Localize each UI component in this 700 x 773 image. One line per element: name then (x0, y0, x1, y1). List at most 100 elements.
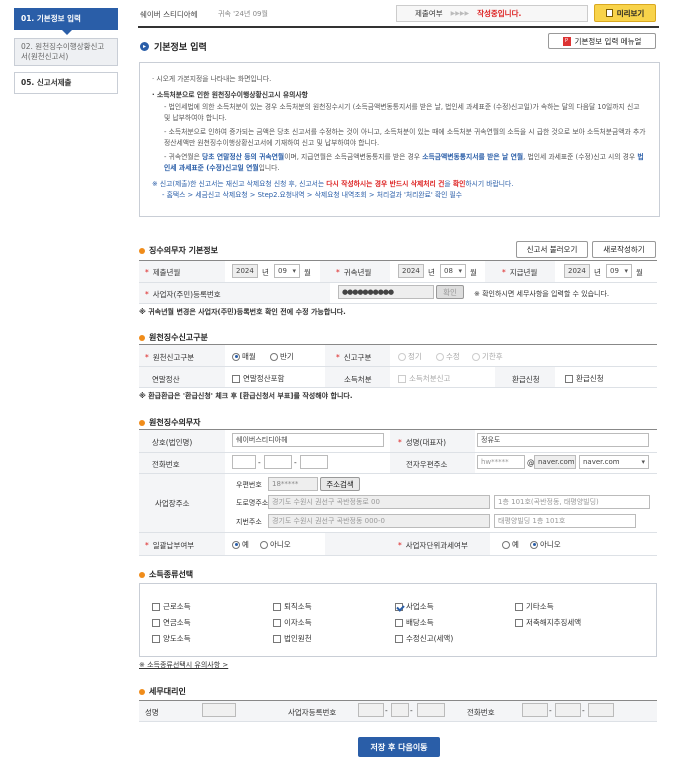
regular-radio[interactable]: 정기 (398, 351, 422, 362)
status-text: 작성중입니다. (477, 9, 522, 18)
confirm-button[interactable]: 확인 (436, 285, 464, 299)
radio-icon (270, 352, 278, 361)
yearend-label: 연말정산 (152, 375, 180, 384)
income-type-checkbox[interactable]: 사업소득 (395, 601, 434, 612)
sidebar-step-label: 01. 기본정보 입력 (21, 13, 81, 23)
sidebar-step-basic-info[interactable]: 01. 기본정보 입력 (14, 8, 118, 30)
email-domain-select[interactable]: naver.com (579, 455, 649, 469)
manual-button-label: 기본정보 입력 메뉴얼 (574, 36, 642, 46)
checkbox-icon (273, 602, 281, 611)
section-bullet-icon (139, 334, 145, 341)
save-and-next-button[interactable]: 저장 후 다음이동 (358, 737, 440, 757)
checkbox-icon (152, 602, 160, 611)
agent-name-input[interactable] (202, 703, 236, 717)
radio-icon (260, 540, 268, 549)
jibun-address-detail[interactable]: 태평양빌딩 1층 101호 (494, 514, 636, 528)
road-address-detail[interactable]: 1층 101호(곡반정동, 태평양빌딩) (494, 495, 650, 509)
income-disposal-checkbox[interactable]: 소득처분신고 (398, 373, 450, 384)
income-type-checkbox[interactable]: 양도소득 (152, 633, 191, 644)
income-type-checkbox[interactable]: 연금소득 (152, 617, 191, 628)
company-input[interactable]: 쉐이버스티디아헤 (232, 433, 384, 447)
income-type-checkbox[interactable]: 퇴직소득 (273, 601, 312, 612)
submit-year-input[interactable]: 2024 (232, 264, 258, 278)
sidebar-step-withholding-report[interactable]: 02. 원천징수이행상황신고서(원천신고서) (14, 38, 118, 66)
new-report-button[interactable]: 새로작성하기 (592, 241, 656, 258)
document-icon (605, 9, 613, 17)
load-report-button[interactable]: 신고서 불러오기 (516, 241, 588, 258)
report-type-title-text: 원천징수신고구분 (149, 333, 208, 342)
income-type-checkbox[interactable]: 수정신고(세액) (395, 633, 453, 644)
monthly-radio[interactable]: 매월 (232, 351, 256, 362)
notice-p2: - 소득처분으로 인하여 증가되는 금액은 당초 신고서를 수정하는 것이 아니… (164, 128, 646, 147)
submit-month-select[interactable]: 09 (274, 264, 300, 278)
income-types-notice-link[interactable]: ※ 소득종류선택시 유의사항 > (139, 660, 228, 670)
pay-year-input[interactable]: 2024 (564, 264, 590, 278)
submit-status-label: 제출여부 (415, 9, 443, 18)
bulk-payment-label: 일괄납부여부 (145, 540, 194, 551)
late-radio[interactable]: 기한후 (472, 351, 503, 362)
radio-icon (436, 352, 444, 361)
ceo-input[interactable]: 정유도 (477, 433, 649, 447)
agent-phone-part3[interactable] (588, 703, 614, 717)
withholder-section-title: 징수의무자 기본정보 (139, 245, 218, 256)
income-type-checkbox[interactable]: 기타소득 (515, 601, 554, 612)
zip-search-button[interactable]: 주소검색 (320, 477, 360, 491)
road-address-input[interactable]: 경기도 수원시 권선구 곡반정동로 00 (268, 495, 490, 509)
manual-button[interactable]: P 기본정보 입력 메뉴얼 (548, 33, 656, 49)
year-unit: 년 (428, 268, 435, 277)
income-type-label: 법인원천 (284, 634, 312, 643)
unit-no-radio[interactable]: 아니오 (530, 539, 561, 550)
income-type-checkbox[interactable]: 이자소득 (273, 617, 312, 628)
attr-month-select[interactable]: 08 (440, 264, 466, 278)
bulk-no-radio[interactable]: 아니오 (260, 539, 291, 550)
radio-icon (232, 540, 240, 549)
sidebar-step-submit[interactable]: 05. 신고서제출 (14, 72, 118, 94)
phone-dash: - (582, 706, 585, 715)
report-kind-label: 원천신고구분 (145, 352, 194, 363)
unit-yes-radio[interactable]: 예 (502, 539, 519, 550)
agent-biz-part3[interactable] (417, 703, 445, 717)
income-type-checkbox[interactable]: 저축해지추징세액 (515, 617, 581, 628)
phone-part1[interactable] (232, 455, 256, 469)
preview-button[interactable]: 미리보기 (594, 4, 656, 22)
phone-part3[interactable] (300, 455, 328, 469)
income-type-checkbox[interactable]: 근로소득 (152, 601, 191, 612)
income-type-checkbox[interactable]: 배당소득 (395, 617, 434, 628)
email-domain-input[interactable]: naver.com (534, 455, 576, 469)
agent-biz-part2[interactable] (391, 703, 409, 717)
phone-part2[interactable] (264, 455, 292, 469)
agent-phone-part2[interactable] (555, 703, 581, 717)
phone-label: 전화번호 (152, 460, 180, 469)
half-radio[interactable]: 반기 (270, 351, 294, 362)
phone-dash: - (549, 706, 552, 715)
income-type-label: 연금소득 (163, 618, 191, 627)
pay-month-select[interactable]: 09 (606, 264, 632, 278)
refund-label: 환급신청 (512, 375, 540, 384)
yearend-checkbox[interactable]: 연말정산포함 (232, 373, 284, 384)
row-divider (139, 282, 657, 283)
row-divider (139, 387, 657, 388)
zip-input[interactable]: 18***** (268, 477, 318, 491)
amend-radio[interactable]: 수정 (436, 351, 460, 362)
email-id-input[interactable]: hw***** (477, 455, 525, 469)
sidebar-step-label: 05. 신고서제출 (21, 77, 72, 87)
agent-phone-part1[interactable] (522, 703, 548, 717)
biz-no-input[interactable]: ●●●●●●●●●● (338, 285, 434, 299)
refund-checkbox[interactable]: 환급신청 (565, 373, 604, 384)
attr-year-input[interactable]: 2024 (398, 264, 424, 278)
income-types-title-text: 소득종류선택 (149, 570, 194, 579)
checkbox-icon (395, 634, 403, 643)
report-label: 신고구분 (336, 352, 372, 363)
income-type-checkbox[interactable]: 법인원천 (273, 633, 312, 644)
jibun-address-input[interactable]: 경기도 수원시 권선구 곡반정동 000-0 (268, 514, 490, 528)
notice-p1: - 법인세법에 의한 소득처분이 있는 경우 소득처분의 원천징수시기 (소득금… (164, 103, 640, 122)
income-disposal-label: 소득처분 (344, 375, 372, 384)
notice-intro: · 시오게 가본지정을 나타내는 화면입니다. (152, 75, 272, 83)
bulk-yes-radio[interactable]: 예 (232, 539, 249, 550)
row-divider (139, 473, 657, 474)
phone-dash: - (258, 458, 261, 467)
agent-phone-label: 전화번호 (467, 708, 495, 717)
notice-heading: · 소득처분으로 인한 원천징수이행상황신고시 유의사항 (152, 90, 308, 99)
agent-biz-part1[interactable] (358, 703, 384, 717)
row-divider (139, 452, 657, 453)
